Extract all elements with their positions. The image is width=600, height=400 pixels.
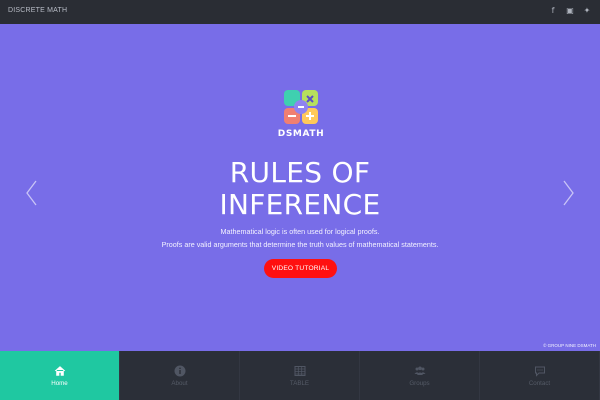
carousel-next-arrow[interactable] <box>558 178 578 208</box>
nav-item-contact[interactable]: Contact <box>480 351 600 400</box>
youtube-icon[interactable]: ▣ <box>565 5 575 17</box>
description-line-1: Mathematical logic is often used for log… <box>220 227 380 236</box>
nav-label-groups: Groups <box>409 380 430 387</box>
carousel-prev-arrow[interactable] <box>22 178 42 208</box>
page-title: RULES OF INFERENCE <box>150 157 450 221</box>
title-line-2: INFERENCE <box>219 188 381 221</box>
copyright-text: © GROUP NINE DSMATH <box>543 343 596 348</box>
logo-wordmark: DSMATH <box>277 129 325 139</box>
social-links: f ▣ ✦ <box>548 5 592 17</box>
nav-item-home[interactable]: Home <box>0 351 120 400</box>
nav-label-home: Home <box>51 380 68 387</box>
info-icon <box>174 365 185 377</box>
description-line-2: Proofs are valid arguments that determin… <box>161 240 439 249</box>
facebook-icon[interactable]: f <box>548 5 558 17</box>
home-icon <box>54 366 65 376</box>
nav-item-about[interactable]: About <box>120 351 240 400</box>
bottom-nav: Home About TABLE Groups Contact <box>0 351 600 400</box>
top-bar: DISCRETE MATH f ▣ ✦ <box>0 0 600 24</box>
chevron-left-icon <box>26 180 37 206</box>
chevron-right-icon <box>563 180 574 206</box>
nav-item-groups[interactable]: Groups <box>360 351 480 400</box>
nav-label-table: TABLE <box>289 380 310 387</box>
users-icon <box>414 366 425 375</box>
nav-item-table[interactable]: TABLE <box>240 351 360 400</box>
twitter-icon[interactable]: ✦ <box>582 5 592 17</box>
title-line-1: RULES OF <box>229 156 371 189</box>
chat-icon <box>534 366 545 377</box>
nav-label-about: About <box>171 380 188 387</box>
dsmath-logo <box>283 89 319 125</box>
nav-label-contact: Contact <box>528 380 551 387</box>
site-brand[interactable]: DISCRETE MATH <box>8 7 67 14</box>
hero-slide: DSMATH RULES OF INFERENCE Mathematical l… <box>0 24 600 351</box>
video-tutorial-button[interactable]: VIDEO TUTORIAL <box>264 259 337 278</box>
table-icon <box>294 366 305 376</box>
